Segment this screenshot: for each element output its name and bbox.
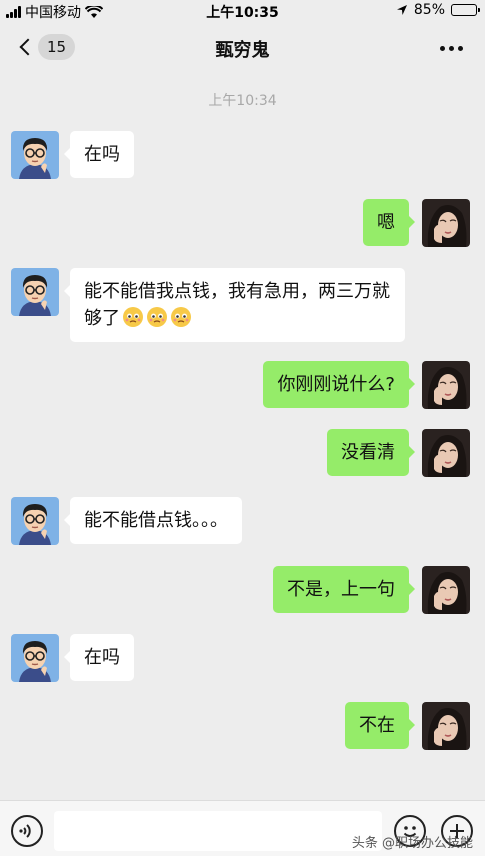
- message-bubble-sent[interactable]: 嗯: [363, 199, 415, 246]
- more-icon: [440, 46, 445, 51]
- message-text: 嗯: [377, 212, 395, 233]
- message-text: 不在: [359, 715, 395, 736]
- avatar-self[interactable]: [422, 429, 470, 477]
- message-bubble-sent[interactable]: 不是，上一句: [273, 566, 415, 613]
- avatar-contact[interactable]: [11, 634, 59, 682]
- message-bubble-sent[interactable]: 你刚刚说什么?: [263, 361, 415, 408]
- message-bubble-received[interactable]: 在吗: [64, 634, 134, 681]
- battery-percent: 85%: [413, 2, 445, 18]
- avatar-self[interactable]: [422, 702, 470, 750]
- location-arrow-icon: [396, 5, 407, 15]
- message-bubble-sent[interactable]: 没看清: [327, 429, 415, 476]
- voice-button[interactable]: [11, 815, 43, 847]
- chat-header: 15 甄穷鬼: [0, 22, 485, 74]
- worried-face-emoji-icon: [122, 306, 144, 328]
- message-text: 你刚刚说什么?: [277, 374, 395, 395]
- message-timestamp: 上午10:34: [208, 93, 277, 109]
- status-right: 85%: [396, 2, 480, 18]
- message-input[interactable]: [54, 811, 382, 851]
- message-text: 在吗: [84, 647, 120, 668]
- message-bubble-received[interactable]: 在吗: [64, 131, 134, 178]
- message-bubble-received[interactable]: 能不能借点钱。。。: [64, 497, 242, 544]
- avatar-contact[interactable]: [11, 131, 59, 179]
- avatar-self[interactable]: [422, 199, 470, 247]
- avatar-contact[interactable]: [11, 268, 59, 316]
- voice-icon: [19, 824, 31, 838]
- watermark: 头条 @职场办公技能: [351, 836, 473, 851]
- avatar-self[interactable]: [422, 566, 470, 614]
- battery-icon: [451, 4, 480, 16]
- chat-title: 甄穷鬼: [215, 40, 270, 61]
- status-bar: 中国移动 上午10:35 85%: [0, 0, 485, 22]
- more-icon-dot: [449, 46, 454, 51]
- message-text: 在吗: [84, 144, 120, 165]
- more-icon-dot: [458, 46, 463, 51]
- avatar-contact[interactable]: [11, 497, 59, 545]
- worried-face-emoji-icon: [146, 306, 168, 328]
- message-text: 不是，上一句: [287, 579, 395, 600]
- worried-face-emoji-icon: [170, 306, 192, 328]
- avatar-self[interactable]: [422, 361, 470, 409]
- message-bubble-received[interactable]: 能不能借我点钱，我有急用，两三万就够了: [64, 268, 405, 342]
- more-button[interactable]: [440, 46, 463, 51]
- message-bubble-sent[interactable]: 不在: [345, 702, 415, 749]
- message-text: 能不能借点钱。。。: [84, 510, 228, 531]
- message-text: 没看清: [341, 442, 395, 463]
